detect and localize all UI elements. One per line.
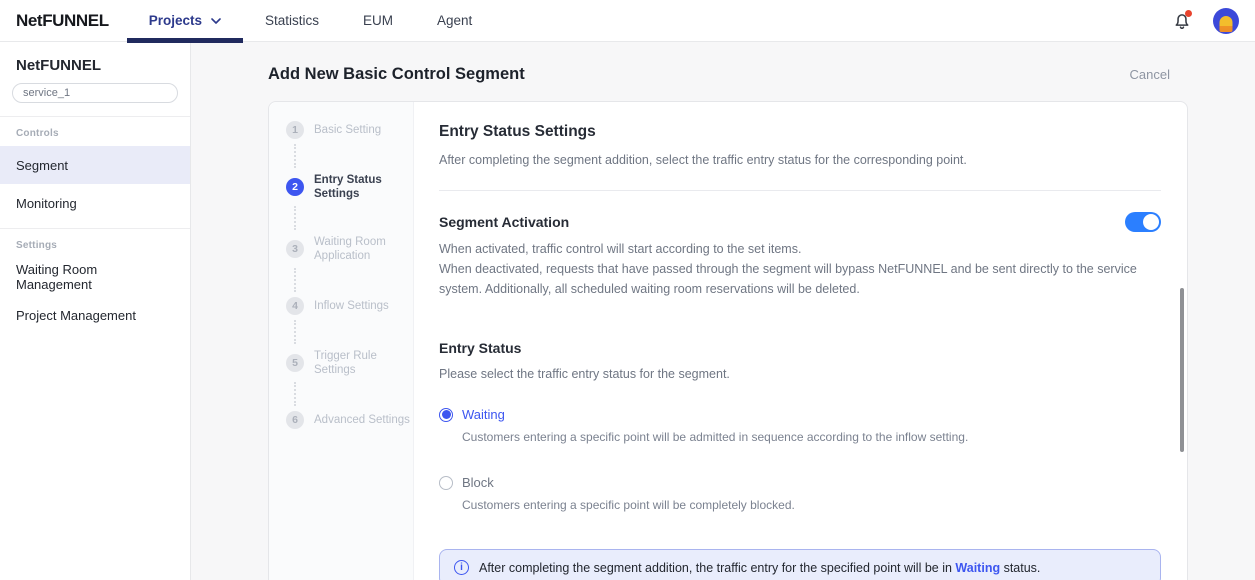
step-waiting-room-application[interactable]: 3 Waiting Room Application bbox=[286, 235, 413, 263]
nav-tab-eum[interactable]: EUM bbox=[341, 0, 415, 42]
netfunnel-logo: NetFUNNEL bbox=[16, 11, 109, 31]
nav-tab-eum-label: EUM bbox=[363, 13, 393, 28]
segment-activation-toggle[interactable] bbox=[1125, 212, 1161, 232]
sidebar-section-controls: Controls Segment Monitoring bbox=[0, 117, 190, 228]
step-label: Advanced Settings bbox=[314, 413, 410, 427]
step-number-badge: 1 bbox=[286, 121, 304, 139]
step-label: Basic Setting bbox=[314, 123, 410, 137]
sidebar-item-segment[interactable]: Segment bbox=[0, 146, 190, 184]
nav-tab-statistics-label: Statistics bbox=[265, 13, 319, 28]
info-banner: i After completing the segment addition,… bbox=[439, 549, 1161, 580]
sidebar-item-waiting-room-management[interactable]: Waiting Room Management bbox=[0, 258, 190, 296]
sidebar-item-segment-label: Segment bbox=[16, 158, 68, 173]
radio-label-waiting: Waiting bbox=[462, 407, 505, 422]
step-connector bbox=[294, 144, 296, 168]
notification-badge-dot bbox=[1185, 10, 1192, 17]
step-label: Trigger Rule Settings bbox=[314, 349, 410, 377]
step-inflow-settings[interactable]: 4 Inflow Settings bbox=[286, 297, 413, 315]
sidebar-item-project-management-label: Project Management bbox=[16, 308, 136, 323]
entry-status-section: Entry Status Please select the traffic e… bbox=[439, 340, 1161, 512]
radio-button-block[interactable] bbox=[439, 476, 453, 490]
service-selector-value: service_1 bbox=[23, 87, 70, 99]
step-advanced-settings[interactable]: 6 Advanced Settings bbox=[286, 411, 413, 429]
chevron-down-icon bbox=[211, 18, 221, 24]
step-entry-status-settings[interactable]: 2 Entry Status Settings bbox=[286, 173, 413, 201]
step-trigger-rule-settings[interactable]: 5 Trigger Rule Settings bbox=[286, 349, 413, 377]
step-connector bbox=[294, 206, 296, 230]
step-basic-setting[interactable]: 1 Basic Setting bbox=[286, 121, 413, 139]
entry-status-title: Entry Status bbox=[439, 340, 1161, 356]
step-number-badge: 2 bbox=[286, 178, 304, 196]
step-label: Inflow Settings bbox=[314, 299, 410, 313]
info-icon: i bbox=[454, 560, 469, 575]
topbar-right bbox=[1171, 8, 1239, 34]
nav-tab-agent[interactable]: Agent bbox=[415, 0, 494, 42]
radio-button-waiting[interactable] bbox=[439, 408, 453, 422]
waiting-option-description: Customers entering a specific point will… bbox=[462, 430, 1161, 444]
sidebar-item-waiting-room-management-label: Waiting Room Management bbox=[16, 262, 174, 292]
cancel-button[interactable]: Cancel bbox=[1130, 67, 1170, 82]
block-option-description: Customers entering a specific point will… bbox=[462, 498, 1161, 512]
nav-tab-agent-label: Agent bbox=[437, 13, 472, 28]
entry-status-option-block[interactable]: Block bbox=[439, 475, 1161, 490]
main-area: Add New Basic Control Segment Cancel 1 B… bbox=[191, 42, 1255, 580]
radio-label-block: Block bbox=[462, 475, 494, 490]
entry-status-description: Please select the traffic entry status f… bbox=[439, 364, 1161, 384]
avatar-funnel-icon bbox=[1220, 16, 1233, 32]
info-banner-highlight: Waiting bbox=[955, 561, 1000, 575]
entry-status-option-waiting[interactable]: Waiting bbox=[439, 407, 1161, 422]
sidebar-section-settings-label: Settings bbox=[0, 229, 190, 258]
sidebar-item-monitoring[interactable]: Monitoring bbox=[0, 184, 190, 222]
main-nav: Projects Statistics EUM Agent bbox=[127, 0, 495, 42]
sidebar-project-title: NetFUNNEL bbox=[0, 42, 190, 83]
content-section-description: After completing the segment addition, s… bbox=[439, 150, 1161, 170]
content-scrollbar-thumb[interactable] bbox=[1180, 288, 1184, 452]
sidebar-section-settings: Settings Waiting Room Management Project… bbox=[0, 229, 190, 340]
sidebar-section-controls-label: Controls bbox=[0, 117, 190, 146]
step-number-badge: 3 bbox=[286, 240, 304, 258]
step-label: Waiting Room Application bbox=[314, 235, 410, 263]
sidebar-item-monitoring-label: Monitoring bbox=[16, 196, 77, 211]
step-connector bbox=[294, 382, 296, 406]
nav-tab-statistics[interactable]: Statistics bbox=[243, 0, 341, 42]
sidebar: NetFUNNEL service_1 Controls Segment Mon… bbox=[0, 42, 191, 580]
segment-activation-title: Segment Activation bbox=[439, 214, 569, 230]
page-title: Add New Basic Control Segment bbox=[268, 65, 525, 84]
nav-tab-projects[interactable]: Projects bbox=[127, 0, 243, 42]
content-divider bbox=[439, 190, 1161, 191]
wizard-stepper: 1 Basic Setting 2 Entry Status Settings … bbox=[269, 102, 414, 580]
step-content-panel: Entry Status Settings After completing t… bbox=[414, 102, 1187, 580]
segment-activation-desc-line2: When deactivated, requests that have pas… bbox=[439, 259, 1139, 299]
nav-tab-projects-label: Projects bbox=[149, 13, 202, 28]
segment-activation-desc-line1: When activated, traffic control will sta… bbox=[439, 239, 1161, 259]
top-navigation: NetFUNNEL Projects Statistics EUM Agent bbox=[0, 0, 1255, 42]
notification-bell-icon[interactable] bbox=[1171, 10, 1193, 32]
segment-wizard-card: 1 Basic Setting 2 Entry Status Settings … bbox=[268, 101, 1188, 580]
step-connector bbox=[294, 268, 296, 292]
toggle-knob bbox=[1143, 214, 1159, 230]
step-connector bbox=[294, 320, 296, 344]
step-number-badge: 6 bbox=[286, 411, 304, 429]
step-number-badge: 5 bbox=[286, 354, 304, 372]
content-section-title: Entry Status Settings bbox=[439, 123, 1161, 141]
step-label: Entry Status Settings bbox=[314, 173, 410, 201]
segment-activation-section: Segment Activation When activated, traff… bbox=[439, 212, 1161, 299]
info-banner-text: After completing the segment addition, t… bbox=[479, 561, 1040, 575]
sidebar-item-project-management[interactable]: Project Management bbox=[0, 296, 190, 334]
user-avatar[interactable] bbox=[1213, 8, 1239, 34]
page-header: Add New Basic Control Segment Cancel bbox=[268, 65, 1188, 84]
service-selector[interactable]: service_1 bbox=[12, 83, 178, 103]
step-number-badge: 4 bbox=[286, 297, 304, 315]
nav-active-underline bbox=[127, 38, 243, 43]
